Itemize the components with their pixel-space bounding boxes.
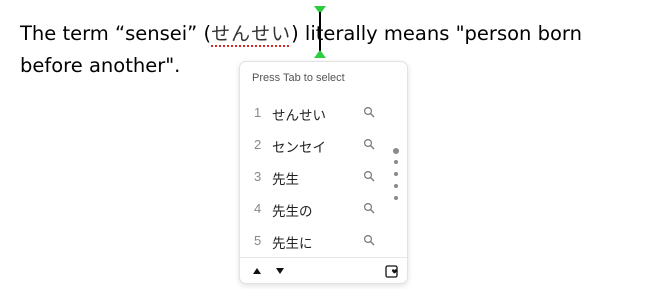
text-caret[interactable]	[314, 6, 326, 58]
ime-composition-text[interactable]: せんせい	[211, 20, 291, 48]
search-icon[interactable]	[363, 138, 375, 150]
search-icon[interactable]	[363, 106, 375, 118]
candidate-item[interactable]: 3 先生	[240, 161, 390, 193]
candidate-text: センセイ	[272, 140, 326, 156]
candidate-item[interactable]: 1 せんせい	[240, 97, 390, 129]
scroll-dot	[394, 172, 398, 176]
scroll-dot	[394, 160, 398, 164]
triangle-down-icon[interactable]	[273, 264, 287, 278]
line2-text: before another".	[20, 54, 181, 77]
candidate-text: 先生の	[272, 204, 313, 220]
candidate-number: 4	[254, 201, 262, 216]
candidate-item[interactable]: 4 先生の	[240, 193, 390, 225]
candidate-text: せんせい	[272, 108, 326, 124]
triangle-up-icon[interactable]	[250, 264, 264, 278]
scroll-dot	[394, 196, 398, 200]
line1-before-text: The term “sensei” (	[20, 22, 212, 45]
caret-bottom-handle[interactable]	[314, 50, 326, 58]
candidate-scroll-indicator[interactable]	[393, 148, 399, 204]
candidate-item[interactable]: 2 センセイ	[240, 129, 390, 161]
search-icon[interactable]	[363, 202, 375, 214]
candidate-number: 1	[254, 105, 262, 120]
candidate-text: 先生	[272, 172, 299, 188]
ime-candidate-window: Press Tab to select 1 せんせい 2 センセイ 3 先生 4…	[239, 61, 408, 284]
scroll-dot	[394, 184, 398, 188]
scroll-dot-active	[393, 148, 399, 154]
candidate-number: 3	[254, 169, 262, 184]
candidate-item[interactable]: 5 先生に	[240, 225, 390, 257]
candidate-text: 先生に	[272, 236, 313, 252]
search-icon[interactable]	[363, 170, 375, 182]
document-line-2: before another".	[20, 52, 180, 80]
candidate-number: 2	[254, 137, 262, 152]
caret-line	[319, 12, 321, 52]
document-line-1: The term “sensei” (せんせい) literally means…	[20, 20, 582, 48]
candidate-number: 5	[254, 233, 262, 248]
line1-after-text: ) literally means "person born	[291, 22, 582, 45]
ime-footer	[240, 257, 407, 284]
search-icon[interactable]	[363, 234, 375, 246]
ime-hint-text: Press Tab to select	[252, 72, 345, 84]
heart-icon[interactable]	[385, 264, 399, 278]
